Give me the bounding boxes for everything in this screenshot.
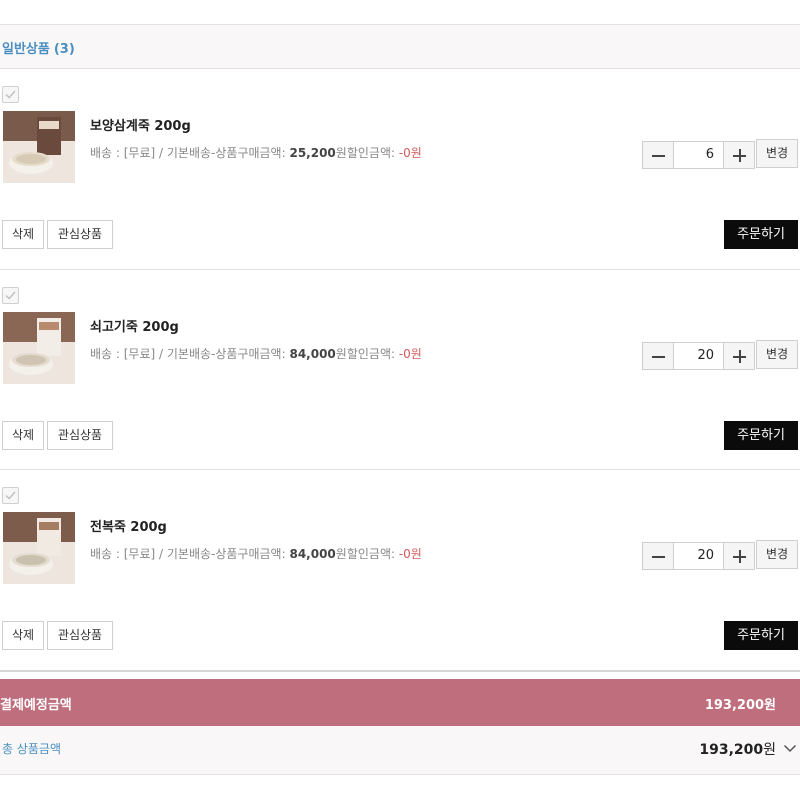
discount-amount: -0원 [398,347,422,361]
payment-total-bar: 결제예정금액 193,200원 [0,679,800,726]
payment-total-value: 193,200원 [704,698,776,713]
product-name[interactable]: 전복죽 200g [90,516,167,535]
wishlist-button[interactable]: 관심상품 [47,220,113,249]
product-shipping-info: 배송 : [무료] / 기본배송-상품구매금액: 84,000원할인금액: -0… [90,345,422,362]
product-name[interactable]: 보양삼계죽 200g [90,115,191,134]
minus-icon [652,356,665,358]
section-title: 일반상품 (3) [2,38,75,57]
product-total-unit: 원 [763,742,776,758]
order-button[interactable]: 주문하기 [724,220,798,249]
quantity-change-button[interactable]: 변경 [756,340,798,369]
quantity-increase-button[interactable] [723,141,755,169]
purchase-amount: 25,200 [289,146,336,160]
order-button[interactable]: 주문하기 [724,621,798,650]
wishlist-button[interactable]: 관심상품 [47,421,113,450]
quantity-decrease-button[interactable] [642,542,674,570]
product-total-value: 193,200원 [699,739,776,759]
product-total-row[interactable]: 총 상품금액 193,200원 [0,726,800,774]
discount-label: 원할인금액: [335,347,399,361]
delete-button[interactable]: 삭제 [2,421,44,450]
quantity-change-button[interactable]: 변경 [756,540,798,569]
quantity-input[interactable]: 6 [674,141,723,169]
discount-amount: -0원 [398,547,422,561]
purchase-amount: 84,000 [289,547,336,561]
check-icon [5,291,16,300]
item-checkbox[interactable] [2,86,19,103]
quantity-input[interactable]: 20 [674,542,723,570]
item-checkbox[interactable] [2,487,19,504]
quantity-change-button[interactable]: 변경 [756,139,798,168]
porridge-image-icon [3,312,75,384]
order-button[interactable]: 주문하기 [724,421,798,450]
product-shipping-info: 배송 : [무료] / 기본배송-상품구매금액: 25,200원할인금액: -0… [90,144,422,161]
product-name[interactable]: 쇠고기죽 200g [90,316,179,335]
quantity-increase-button[interactable] [723,542,755,570]
quantity-decrease-button[interactable] [642,342,674,370]
product-thumbnail[interactable] [3,512,75,584]
section-title-label: 일반상품 [2,42,50,57]
porridge-image-icon [3,111,75,183]
discount-amount: -0원 [398,146,422,160]
product-total-label: 총 상품금액 [2,742,62,756]
delete-button[interactable]: 삭제 [2,621,44,650]
discount-label: 원할인금액: [335,146,399,160]
cart-item: 보양삼계죽 200g 배송 : [무료] / 기본배송-상품구매금액: 25,2… [0,69,800,269]
quantity-decrease-button[interactable] [642,141,674,169]
minus-icon [652,556,665,558]
purchase-amount: 84,000 [289,347,336,361]
product-shipping-info: 배송 : [무료] / 기본배송-상품구매금액: 84,000원할인금액: -0… [90,545,422,562]
payment-total-label: 결제예정금액 [0,698,72,713]
discount-label: 원할인금액: [335,547,399,561]
section-item-count: (3) [53,42,75,57]
bottom-divider [0,774,800,775]
check-icon [5,491,16,500]
cart-item: 쇠고기죽 200g 배송 : [무료] / 기본배송-상품구매금액: 84,00… [0,270,800,470]
shipping-text: 배송 : [무료] / 기본배송-상품구매금액: [90,547,290,561]
totals-divider [0,670,800,672]
shipping-text: 배송 : [무료] / 기본배송-상품구매금액: [90,146,290,160]
item-checkbox[interactable] [2,287,19,304]
minus-icon [652,155,665,157]
product-thumbnail[interactable] [3,312,75,384]
cart-item: 전복죽 200g 배송 : [무료] / 기본배송-상품구매금액: 84,000… [0,470,800,670]
porridge-image-icon [3,512,75,584]
quantity-increase-button[interactable] [723,342,755,370]
section-header: 일반상품 (3) [0,25,800,68]
check-icon [5,90,16,99]
product-total-amount: 193,200 [699,742,764,758]
product-thumbnail[interactable] [3,111,75,183]
delete-button[interactable]: 삭제 [2,220,44,249]
chevron-down-icon[interactable] [783,744,797,753]
wishlist-button[interactable]: 관심상품 [47,621,113,650]
quantity-input[interactable]: 20 [674,342,723,370]
shipping-text: 배송 : [무료] / 기본배송-상품구매금액: [90,347,290,361]
